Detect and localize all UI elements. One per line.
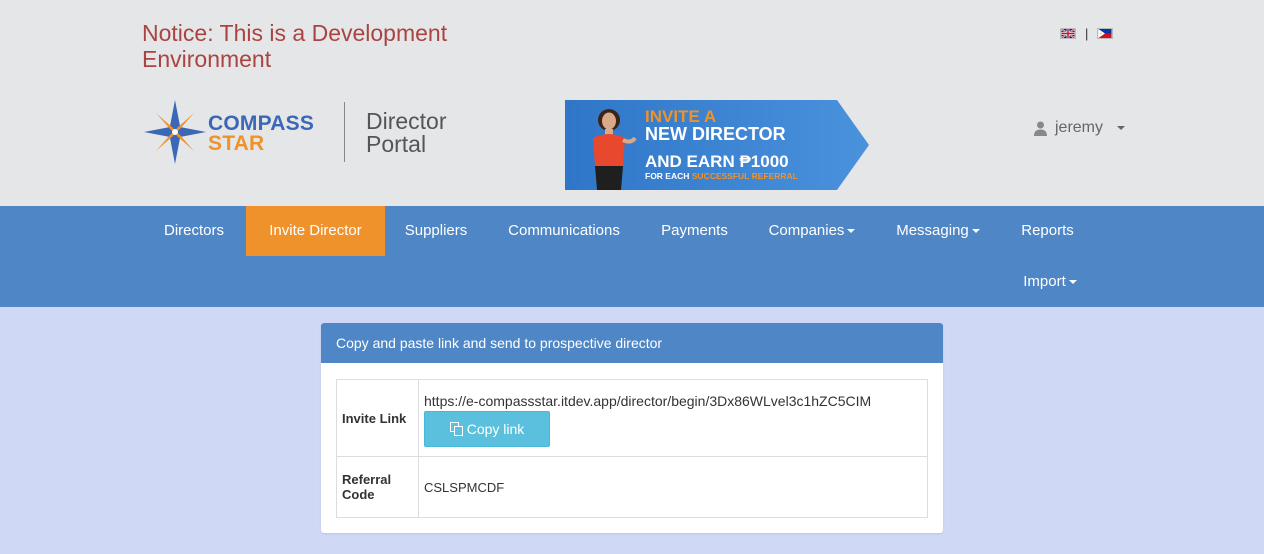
invite-table: Invite Link https://e-compassstar.itdev.… <box>336 379 928 518</box>
language-separator: | <box>1085 26 1089 41</box>
invite-director-banner[interactable]: INVITE A NEW DIRECTOR AND EARN ₱1000 FOR… <box>565 100 869 190</box>
banner-text-3: AND EARN ₱1000 <box>645 152 789 171</box>
banner-text-2: NEW DIRECTOR <box>645 124 786 144</box>
compass-star-logo[interactable]: COMPASS STAR <box>142 98 322 166</box>
nav-payments[interactable]: Payments <box>641 206 748 256</box>
nav-import[interactable]: Import <box>1000 257 1100 307</box>
chevron-down-icon <box>1117 126 1126 130</box>
logo-star-text: STAR <box>208 132 265 155</box>
logo-divider <box>344 102 345 162</box>
chevron-down-icon <box>847 229 856 234</box>
user-icon <box>1034 121 1047 136</box>
chevron-down-icon <box>971 229 980 234</box>
invite-link-url[interactable]: https://e-compassstar.itdev.app/director… <box>424 393 922 409</box>
table-row: Referral Code CSLSPMCDF <box>336 456 928 518</box>
copy-link-label: Copy link <box>466 421 525 437</box>
nav-directors[interactable]: Directors <box>142 206 246 256</box>
chevron-down-icon <box>1068 280 1077 285</box>
nav-suppliers[interactable]: Suppliers <box>385 206 487 256</box>
dev-notice: Notice: This is a Development Environmen… <box>142 20 448 72</box>
user-menu[interactable]: jeremy <box>1034 119 1126 137</box>
portal-title-line2: Portal <box>366 131 427 157</box>
nav-companies[interactable]: Companies <box>748 206 876 256</box>
invite-link-cell: https://e-compassstar.itdev.app/director… <box>418 379 928 457</box>
panel-heading: Copy and paste link and send to prospect… <box>321 323 943 363</box>
uk-flag-icon[interactable] <box>1060 28 1076 39</box>
nav-messaging[interactable]: Messaging <box>876 206 1000 256</box>
compass-star-icon <box>144 100 206 164</box>
portal-title-line1: Director <box>366 108 447 134</box>
banner-text-4: FOR EACH SUCCESSFUL REFERRAL <box>645 171 798 181</box>
main-nav: Directors Invite Director Suppliers Comm… <box>0 206 1264 307</box>
logo-compass-text: COMPASS <box>208 112 315 135</box>
user-name: jeremy <box>1055 119 1104 136</box>
invite-panel: Copy and paste link and send to prospect… <box>321 323 943 533</box>
header: Notice: This is a Development Environmen… <box>0 0 1264 206</box>
ph-flag-icon[interactable] <box>1097 28 1114 39</box>
referral-code-value: CSLSPMCDF <box>418 456 928 518</box>
language-switcher: | <box>1060 26 1114 41</box>
portal-title: Director Portal <box>366 110 447 156</box>
invite-link-label: Invite Link <box>336 379 419 457</box>
copy-link-button[interactable]: Copy link <box>424 411 550 447</box>
referral-code-label: Referral Code <box>336 456 419 518</box>
copy-icon <box>449 422 463 436</box>
table-row: Invite Link https://e-compassstar.itdev.… <box>336 379 928 457</box>
nav-communications[interactable]: Communications <box>487 206 641 256</box>
nav-invite-director[interactable]: Invite Director <box>246 206 385 256</box>
nav-reports[interactable]: Reports <box>1000 206 1095 256</box>
